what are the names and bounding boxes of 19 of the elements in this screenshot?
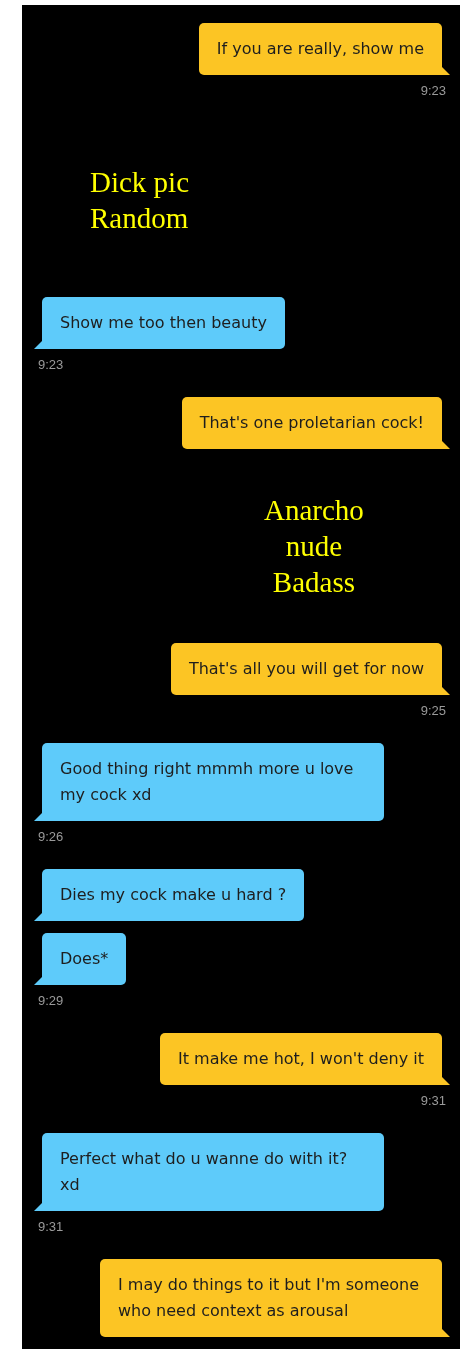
message-time: 9:31: [38, 1219, 64, 1235]
message-bubble: If you are really, show me: [198, 23, 450, 75]
image-caption: Dick pic Random: [90, 165, 190, 236]
message-bubble: It make me hot, I won't deny it: [160, 1033, 450, 1085]
message-bubble: Does*: [34, 933, 127, 985]
message-time: 9:25: [420, 703, 446, 719]
message-bubble: Show me too then beauty: [34, 297, 285, 349]
message-bubble: That's all you will get for now: [170, 643, 450, 695]
message-time: 9:31: [420, 1093, 446, 1109]
message-time: 9:26: [38, 829, 64, 845]
message-bubble: Perfect what do u wanne do with it? xd: [34, 1133, 384, 1211]
message-bubble: That's one proletarian cock!: [181, 397, 450, 449]
message-time: 9:29: [38, 993, 64, 1009]
message-time: 9:23: [420, 83, 446, 99]
message-bubble: I may do things to it but I'm someone who need context as arousal: [100, 1259, 450, 1337]
message-bubble: Dies my cock make u hard ?: [34, 869, 305, 921]
image-caption: Anarcho nude Badass: [264, 493, 364, 600]
message-bubble: Good thing right mmmh more u love my cock xd: [34, 743, 384, 821]
message-time: 9:23: [38, 357, 64, 373]
